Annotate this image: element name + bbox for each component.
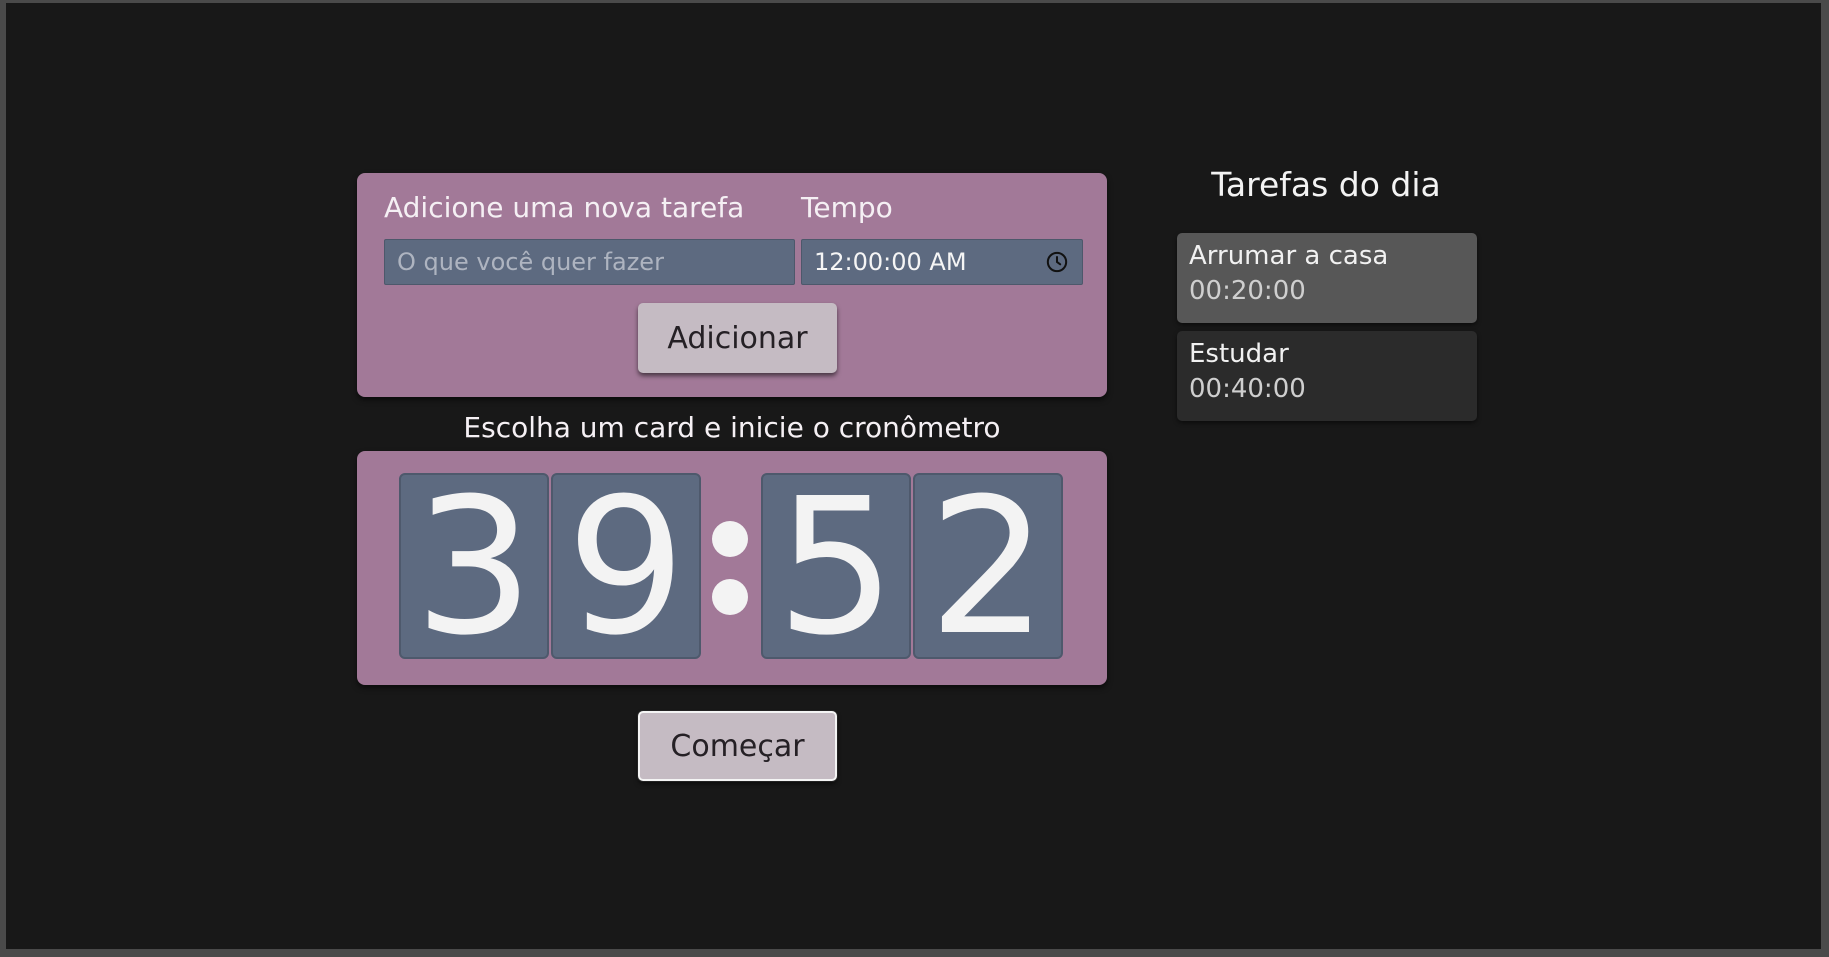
new-task-form: Adicione uma nova tarefa Tempo 12:00:00 … [357, 173, 1107, 397]
task-input[interactable] [384, 239, 795, 285]
time-input[interactable]: 12:00:00 AM [801, 239, 1083, 285]
minutes-ones-digit: 9 [551, 473, 701, 662]
task-item-time: 00:20:00 [1189, 276, 1306, 306]
seconds-ones-digit: 2 [913, 473, 1063, 662]
separator-dot-bottom [712, 579, 748, 615]
time-label: Tempo [801, 191, 893, 224]
task-item-name: Estudar [1189, 339, 1289, 369]
app-window: Adicione uma nova tarefa Tempo 12:00:00 … [6, 3, 1821, 949]
stopwatch-display: 3 9 5 2 [357, 451, 1107, 685]
start-button[interactable]: Começar [638, 711, 837, 781]
task-label: Adicione uma nova tarefa [384, 191, 745, 224]
seconds-tens-digit: 5 [761, 473, 911, 662]
add-button[interactable]: Adicionar [638, 303, 837, 373]
task-list-title: Tarefas do dia [1211, 165, 1441, 204]
separator-dot-top [712, 521, 748, 557]
time-value: 12:00:00 AM [814, 248, 967, 276]
task-item-name: Arrumar a casa [1189, 241, 1389, 271]
task-item-arrumar-a-casa[interactable]: Arrumar a casa 00:20:00 [1177, 233, 1477, 323]
minutes-tens-digit: 3 [399, 473, 549, 662]
task-item-estudar[interactable]: Estudar 00:40:00 [1177, 331, 1477, 421]
timer-caption: Escolha um card e inicie o cronômetro [463, 411, 1001, 444]
time-separator [710, 511, 750, 621]
task-item-time: 00:40:00 [1189, 374, 1306, 404]
clock-icon[interactable] [1046, 251, 1068, 273]
